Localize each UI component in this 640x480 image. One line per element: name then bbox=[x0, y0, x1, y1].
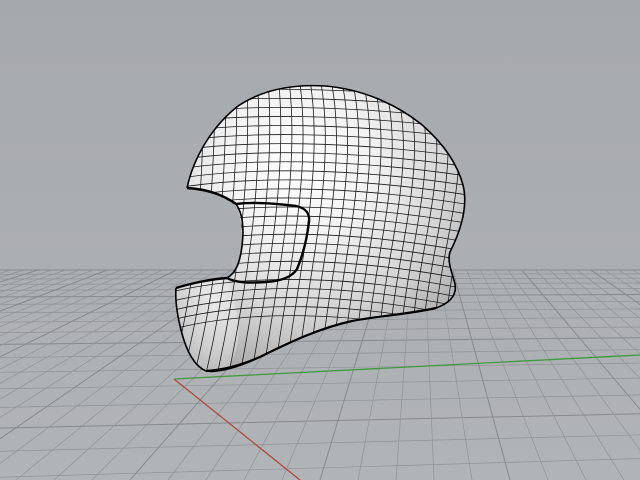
perspective-viewport[interactable] bbox=[0, 0, 640, 480]
viewport-canvas[interactable] bbox=[0, 0, 640, 480]
